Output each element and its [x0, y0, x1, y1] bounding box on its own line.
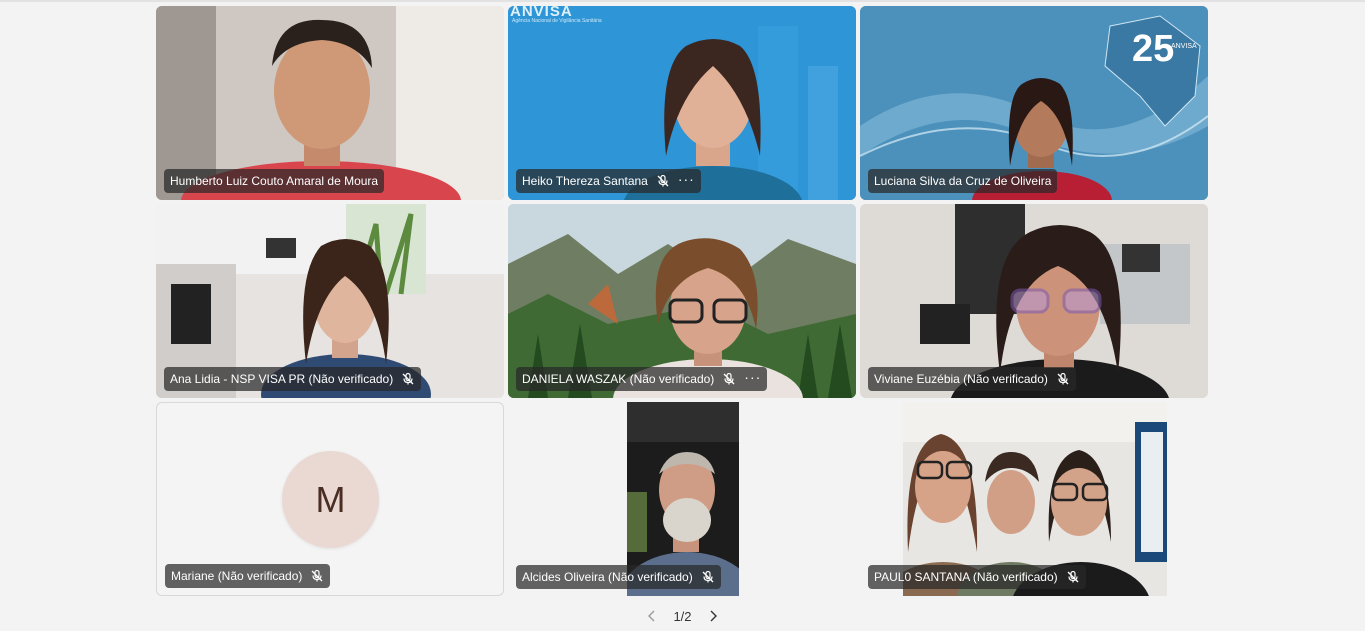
participant-name-tag: Viviane Euzébia (Não verificado): [868, 367, 1076, 391]
mic-off-icon: [1066, 570, 1080, 584]
video-tile-daniela[interactable]: DANIELA WASZAK (Não verificado) ···: [508, 204, 856, 398]
gallery-pager: 1/2: [0, 604, 1365, 628]
video-tile-luciana[interactable]: 25 ANVISA Luciana Silva da Cruz de Olive…: [860, 6, 1208, 200]
video-tile-ana-lidia[interactable]: Ana Lidia - NSP VISA PR (Não verificado): [156, 204, 504, 398]
mic-off-icon: [310, 569, 324, 583]
participant-name: PAUL0 SANTANA (Não verificado): [874, 570, 1058, 584]
participant-name-tag: Ana Lidia - NSP VISA PR (Não verificado): [164, 367, 422, 391]
participant-name: DANIELA WASZAK (Não verificado): [522, 372, 715, 386]
chevron-right-icon[interactable]: [706, 609, 720, 623]
participant-name-tag: Luciana Silva da Cruz de Oliveira: [868, 169, 1058, 193]
participant-name: Mariane (Não verificado): [171, 569, 303, 583]
video-tile-heiko[interactable]: ANVISA Agência Nacional de Vigilância Sa…: [508, 6, 856, 200]
mic-off-icon: [401, 372, 415, 386]
participant-name: Viviane Euzébia (Não verificado): [874, 372, 1048, 386]
participant-name-tag: Heiko Thereza Santana ···: [516, 169, 701, 193]
anvisa-subtitle: Agência Nacional de Vigilância Sanitária: [512, 18, 602, 24]
more-options-icon[interactable]: ···: [744, 370, 761, 386]
top-border: [0, 0, 1365, 2]
avatar: M: [282, 451, 379, 548]
anvisa-25-badge: 25: [1132, 28, 1175, 70]
video-tile-mariane[interactable]: M Mariane (Não verificado): [156, 402, 504, 596]
mic-off-icon: [722, 372, 736, 386]
participant-name-tag: PAUL0 SANTANA (Não verificado): [868, 565, 1086, 589]
participant-name: Luciana Silva da Cruz de Oliveira: [874, 174, 1052, 188]
participant-name: Alcides Oliveira (Não verificado): [522, 570, 693, 584]
video-tile-alcides[interactable]: Alcides Oliveira (Não verificado): [508, 402, 856, 596]
mic-off-icon: [701, 570, 715, 584]
video-tile-viviane[interactable]: Viviane Euzébia (Não verificado): [860, 204, 1208, 398]
participant-name: Heiko Thereza Santana: [522, 174, 648, 188]
participant-name-tag: DANIELA WASZAK (Não verificado) ···: [516, 367, 768, 391]
participant-name: Ana Lidia - NSP VISA PR (Não verificado): [170, 372, 394, 386]
participant-name-tag: Humberto Luiz Couto Amaral de Moura: [164, 169, 385, 193]
chevron-left-icon[interactable]: [645, 609, 659, 623]
anvisa-badge-text: ANVISA: [1171, 43, 1197, 50]
participant-name-tag: Mariane (Não verificado): [165, 564, 331, 588]
more-options-icon[interactable]: ···: [678, 172, 695, 188]
mic-off-icon: [656, 174, 670, 188]
participant-name: Humberto Luiz Couto Amaral de Moura: [170, 174, 379, 188]
mic-off-icon: [1056, 372, 1070, 386]
video-tile-humberto[interactable]: Humberto Luiz Couto Amaral de Moura: [156, 6, 504, 200]
participant-name-tag: Alcides Oliveira (Não verificado): [516, 565, 721, 589]
video-tile-paulo[interactable]: PAUL0 SANTANA (Não verificado): [860, 402, 1208, 596]
page-indicator: 1/2: [673, 608, 692, 624]
